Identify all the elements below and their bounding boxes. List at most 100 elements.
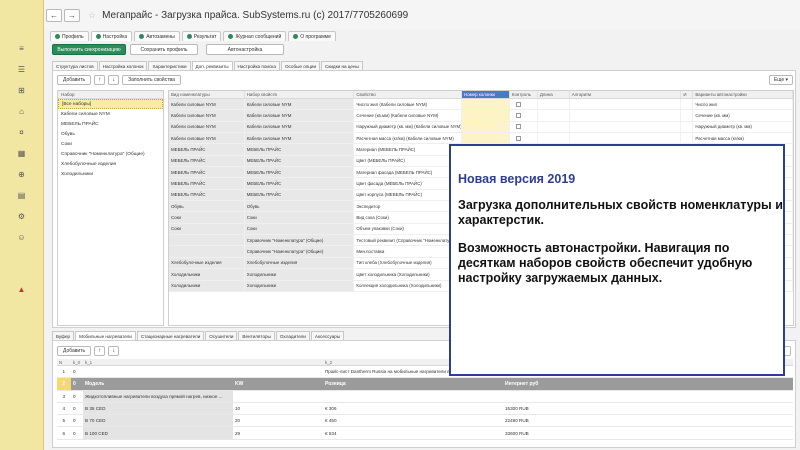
arrow-right-icon[interactable]: →: [64, 8, 80, 22]
property-row[interactable]: Кабели силовые NYM Кабели силовые NYM Нару…: [169, 121, 793, 134]
grid-cell[interactable]: [510, 121, 538, 133]
grid-cell[interactable]: [510, 99, 538, 110]
bottom-column-header[interactable]: k_0: [71, 359, 83, 365]
tab-top-5[interactable]: О программе: [288, 31, 336, 41]
grid-cell: МЕБЕЛЬ ПРАЙС: [169, 144, 245, 155]
menu-icon[interactable]: ≡: [17, 44, 26, 53]
grid-cell: Цвет (МЕБЕЛЬ ПРАЙС): [354, 155, 463, 167]
control-checkbox[interactable]: [515, 124, 521, 130]
tab-sheet-0[interactable]: Буфер: [52, 331, 75, 340]
control-checkbox[interactable]: [515, 101, 521, 107]
grid-cell: [538, 99, 570, 110]
tab-top-1[interactable]: Настройка: [90, 31, 133, 41]
property-row[interactable]: Кабели силовые NYM Кабели силовые NYM Числ…: [169, 99, 793, 111]
grid-column-header[interactable]: Набор свойств: [245, 91, 355, 98]
grid-cell: МЕБЕЛЬ ПРАЙС: [169, 155, 245, 167]
warning-icon[interactable]: ▲: [17, 285, 26, 294]
bottom-grid-row[interactable]: 5 0 В 70 CED 20 € 450 22490 RUB: [57, 415, 793, 428]
grid-column-header[interactable]: Алгоритм: [570, 91, 682, 98]
grid-cell: МЕБЕЛЬ ПРАЙС: [244, 155, 355, 167]
grid-column-header[interactable]: Вид номенклатуры: [169, 91, 245, 98]
factory-icon[interactable]: ▦: [17, 149, 26, 158]
add-button[interactable]: Добавить: [57, 75, 92, 85]
grid-cell[interactable]: [510, 133, 538, 144]
cell-text: Число жил: [695, 101, 718, 107]
set-list-item[interactable]: Справочник "Номенклатура" (Общие): [58, 149, 163, 159]
tab-settings-4[interactable]: Настройка поиска: [233, 61, 280, 70]
set-list-item[interactable]: [Все наборы]: [58, 99, 163, 109]
cart-icon[interactable]: ⊞: [17, 86, 26, 95]
property-row[interactable]: Кабели силовые NYM Кабели силовые NYM Расч…: [169, 133, 793, 145]
bottom-grid-cell: KW: [235, 380, 244, 387]
tab-settings-0[interactable]: Структура листов: [52, 61, 98, 70]
set-list-item[interactable]: Кабели силовые NYM: [58, 109, 163, 119]
star-icon[interactable]: ☆: [88, 10, 96, 21]
control-checkbox[interactable]: [515, 113, 521, 119]
grid-column-header[interactable]: И: [681, 91, 694, 98]
tab-top-0[interactable]: Профиль: [50, 31, 89, 41]
arrow-down-icon[interactable]: ↓: [108, 346, 120, 356]
cell-text: Сечение (кв. мм): [695, 113, 730, 119]
bottom-grid-row[interactable]: 6 0 В 100 CED 29 € 534 33600 RUB: [57, 427, 793, 440]
user-icon[interactable]: ☺: [17, 233, 26, 242]
bank-icon[interactable]: ⌂: [17, 107, 26, 116]
tab-top-2[interactable]: Автозамены: [134, 31, 180, 41]
arrow-up-icon[interactable]: ↑: [94, 346, 106, 356]
tab-settings-2[interactable]: Характеристики: [148, 61, 191, 70]
money-icon[interactable]: ¤: [17, 128, 26, 137]
grid-cell: Кабели силовые NYM: [169, 99, 245, 110]
set-list-item[interactable]: МЕБЕЛЬ ПРАЙС: [58, 119, 163, 129]
property-row[interactable]: Кабели силовые NYM Кабели силовые NYM Сече…: [169, 110, 793, 122]
arrow-down-icon[interactable]: ↓: [108, 75, 120, 85]
cell-text: Справочник "Номенклатура" (Общие): [246, 249, 324, 255]
bottom-grid-row[interactable]: 2 0 Модель KW Розница Интернет руб: [57, 378, 793, 391]
sync-button[interactable]: Выполнить синхронизацию: [52, 44, 126, 55]
bottom-column-header[interactable]: [233, 359, 323, 365]
fill-properties-button[interactable]: Заполнить свойства: [122, 75, 181, 85]
tab-label: Настройка: [102, 33, 128, 40]
gear-icon[interactable]: ⚙: [17, 212, 26, 221]
list-icon[interactable]: ☰: [17, 65, 26, 74]
tab-top-4[interactable]: Журнал сообщений: [223, 31, 287, 41]
grid-column-header[interactable]: Варианты автонастройки: [693, 91, 793, 98]
bottom-grid-row[interactable]: 4 0 В 35 CED 10 € 306 15300 RUB: [57, 402, 793, 416]
tab-settings-6[interactable]: Скидки на цены: [321, 61, 363, 70]
set-list-item[interactable]: Холодильники: [58, 169, 163, 179]
tab-sheet-1[interactable]: Мобильные нагреватели: [75, 331, 136, 340]
grid-column-header[interactable]: Номер колонки: [462, 91, 510, 98]
bottom-column-header[interactable]: N: [57, 359, 71, 365]
arrow-up-icon[interactable]: ↑: [94, 75, 106, 85]
chart-icon[interactable]: ▤: [17, 191, 26, 200]
grid-cell: Холодильники: [244, 280, 355, 291]
bottom-add-button[interactable]: Добавить: [57, 346, 92, 356]
more-button[interactable]: Еще ▾: [768, 75, 793, 85]
tab-settings-3[interactable]: Доп. реквизиты: [191, 61, 233, 70]
grid-column-header[interactable]: Контроль: [510, 91, 538, 98]
set-list-item[interactable]: Обувь: [58, 129, 163, 139]
tab-sheet-5[interactable]: Охладители: [275, 331, 310, 340]
control-checkbox[interactable]: [515, 135, 521, 141]
tab-settings-1[interactable]: Настройка колонок: [98, 61, 148, 70]
bottom-column-header[interactable]: k_1: [83, 359, 233, 365]
grid-column-header[interactable]: Длина: [538, 91, 570, 98]
bottom-grid-cell: 15300 RUB: [505, 406, 529, 412]
tab-sheet-4[interactable]: Вентиляторы: [238, 331, 275, 340]
save-profile-button[interactable]: Сохранить профиль: [130, 44, 198, 55]
bottom-grid-row[interactable]: 3 0 Жидкотопливные нагреватели воздуха пря…: [57, 390, 793, 403]
grid-cell[interactable]: [510, 110, 538, 121]
grid-column-header[interactable]: Свойство: [354, 91, 463, 98]
set-list-item[interactable]: Соки: [58, 139, 163, 149]
tab-sheet-2[interactable]: Стационарные нагреватели: [136, 331, 205, 340]
tab-sheet-3[interactable]: Осушители: [205, 331, 238, 340]
autosetup-button[interactable]: Автонастройка: [206, 44, 284, 55]
bottom-grid-cell: Жидкотопливные нагреватели воздуха прямо…: [83, 390, 233, 402]
tab-settings-5[interactable]: Особые опции: [280, 61, 321, 70]
tab-sheet-6[interactable]: Аксессуары: [310, 331, 345, 340]
cell-text: Соки: [171, 226, 181, 232]
set-list-item[interactable]: Хлебобулочные изделия: [58, 159, 163, 169]
cell-text: Соки: [171, 215, 181, 221]
arrow-left-icon[interactable]: ←: [46, 8, 62, 22]
compass-icon[interactable]: ⊕: [17, 170, 26, 179]
tab-top-3[interactable]: Результат: [181, 31, 222, 41]
tab-status-icon: [139, 34, 145, 39]
